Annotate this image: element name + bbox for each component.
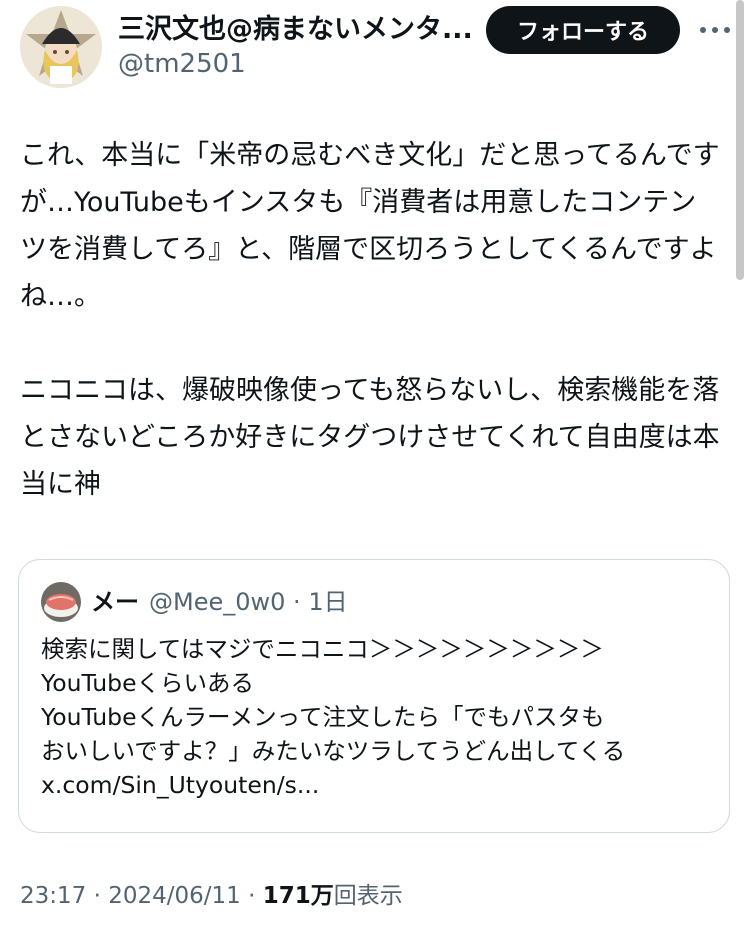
author-display-name[interactable]: 三沢文也@病まないメンタ... [118,12,473,48]
quoted-link[interactable]: x.com/Sin_Utyouten/s... [41,768,717,802]
header-separator: · [285,588,308,616]
tweet-paragraph: ニコニコは、爆破映像使っても怒らないし、検索機能を落とさないどころか好きにタグつ… [20,375,720,500]
tweet-text: これ、本当に「米帝の忌むべき文化」だと思ってるんですが…YouTubeもインスタ… [20,132,720,508]
view-count-label: 回表示 [333,883,403,909]
quoted-text-line: 検索に関してはマジでニコニコ＞＞＞＞＞＞＞＞＞＞ [41,635,604,663]
quoted-tweet-header: メー @Mee_0w0 · 1日 [91,584,348,620]
tweet-date[interactable]: 2024/06/11 [108,883,241,909]
tweet-time[interactable]: 23:17 [20,883,86,909]
author-avatar[interactable] [20,6,102,88]
author-handle[interactable]: @tm2501 [118,47,246,81]
tweet-paragraph: これ、本当に「米帝の忌むべき文化」だと思ってるんですが…YouTubeもインスタ… [20,140,720,312]
view-count: 171万 [262,883,334,909]
quoted-tweet-age[interactable]: 1日 [308,588,347,616]
quoted-text-line: YouTubeくんラーメンって注文したら「でもパスタも [41,703,605,731]
scrollbar[interactable] [736,0,744,280]
more-horizontal-icon[interactable] [698,18,732,42]
quoted-author-avatar[interactable] [41,582,81,622]
separator-dot: · [293,588,301,616]
quoted-author-name[interactable]: メー [91,588,139,616]
avatar-image [20,6,102,88]
quoted-text-line: おいしいですよ？」みたいなツラしてうどん出してくる [41,737,626,765]
quoted-tweet-text: 検索に関してはマジでニコニコ＞＞＞＞＞＞＞＞＞＞ YouTubeくらいある Yo… [41,632,717,802]
tweet-meta: 23:17 · 2024/06/11 · 171万回表示 [20,878,403,914]
meta-separator: · [240,883,263,909]
avatar-image [41,582,81,622]
follow-button[interactable]: フォローする [486,6,680,54]
meta-separator: · [86,883,109,909]
quoted-tweet-card[interactable]: メー @Mee_0w0 · 1日 検索に関してはマジでニコニコ＞＞＞＞＞＞＞＞＞＞… [18,559,730,833]
quoted-text-line: YouTubeくらいある [41,669,255,697]
quoted-author-handle[interactable]: @Mee_0w0 [149,588,285,616]
